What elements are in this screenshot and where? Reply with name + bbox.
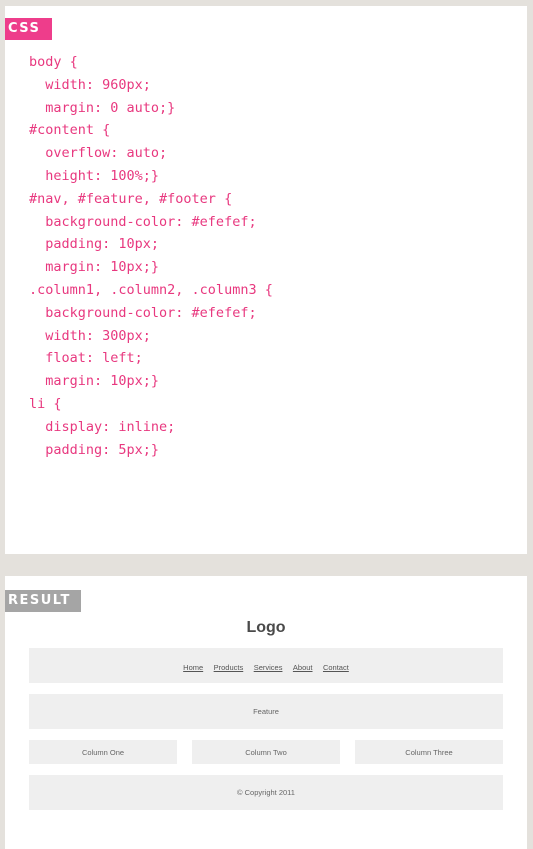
- code-line: float: left;: [29, 350, 143, 367]
- result-panel: RESULT Logo Home Products Services About…: [5, 576, 527, 849]
- result-label: RESULT: [5, 590, 81, 612]
- code-line: height: 100%;}: [29, 167, 160, 184]
- nav-link-home[interactable]: Home: [180, 663, 206, 672]
- code-line: padding: 5px;}: [29, 441, 160, 458]
- demo-logo: Logo: [246, 619, 286, 636]
- code-line: li {: [29, 395, 62, 412]
- demo-nav: Home Products Services About Contact: [29, 648, 503, 683]
- code-line: background-color: #efefef;: [29, 213, 257, 230]
- demo-feature: Feature: [29, 694, 503, 729]
- code-line: #content {: [29, 122, 111, 139]
- nav-link-about[interactable]: About: [290, 663, 316, 672]
- css-label: CSS: [5, 18, 52, 40]
- demo-footer: © Copyright 2011: [29, 775, 503, 810]
- demo-column-two: Column Two: [192, 740, 340, 764]
- nav-list: Home Products Services About Contact: [180, 657, 352, 675]
- code-line: margin: 0 auto;}: [29, 99, 176, 116]
- code-line: #nav, #feature, #footer {: [29, 190, 233, 207]
- demo-column-one: Column One: [29, 740, 177, 764]
- nav-link-services[interactable]: Services: [251, 663, 286, 672]
- nav-link-products[interactable]: Products: [211, 663, 247, 672]
- code-line: margin: 10px;}: [29, 259, 160, 276]
- code-line: width: 300px;: [29, 327, 151, 344]
- css-panel: CSS body { width: 960px; margin: 0 auto;…: [5, 6, 527, 554]
- code-line: body {: [29, 54, 78, 70]
- code-line: margin: 10px;}: [29, 373, 160, 390]
- nav-link-contact[interactable]: Contact: [320, 663, 352, 672]
- code-line: display: inline;: [29, 418, 176, 435]
- code-line: .column1, .column2, .column3 {: [29, 281, 273, 298]
- code-line: padding: 10px;: [29, 236, 160, 253]
- css-code-block: body { width: 960px; margin: 0 auto;} #co…: [29, 51, 273, 461]
- code-line: width: 960px;: [29, 76, 151, 93]
- code-line: overflow: auto;: [29, 145, 168, 162]
- code-line: background-color: #efefef;: [29, 304, 257, 321]
- demo-column-three: Column Three: [355, 740, 503, 764]
